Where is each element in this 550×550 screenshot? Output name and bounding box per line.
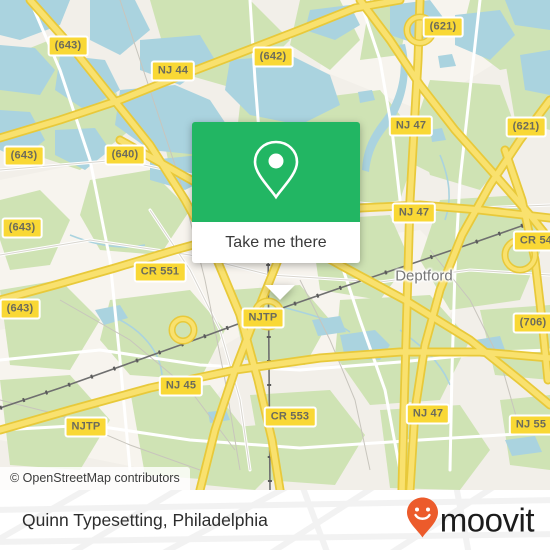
road-shield: (621) [422,16,464,38]
road-shield: NJ 45 [158,375,204,397]
road-shield: NJ 44 [150,60,196,82]
road-shield: CR 551 [133,261,187,283]
road-shield: NJ 55 [508,414,550,436]
moovit-smiley-pin-icon [406,497,439,544]
road-shield: (642) [252,46,294,68]
popup-header [192,122,360,222]
road-shield: NJTP [64,416,108,438]
road-shield: (643) [0,298,41,320]
road-shield: (643) [1,217,43,239]
map-attribution[interactable]: © OpenStreetMap contributors [0,467,190,490]
road-shield: CR 553 [263,406,317,428]
road-shield: NJ 47 [405,403,451,425]
popup-pointer-tail [265,285,295,300]
popup-action-row[interactable]: Take me there [192,222,360,263]
road-shield: NJ 47 [388,115,434,137]
road-shield: (643) [3,145,45,167]
road-shield: NJ 47 [391,202,437,224]
road-shield: (706) [512,312,550,334]
place-label: Deptford [395,267,453,285]
road-shield: (640) [104,144,146,166]
road-shield: (621) [505,116,547,138]
take-me-there-label: Take me there [225,233,327,251]
moovit-brand[interactable]: moovit [406,497,535,544]
moovit-wordmark: moovit [439,501,535,539]
map-popup-card[interactable]: Take me there [192,122,360,300]
road-shield: CR 54 [512,230,550,252]
footer-bar: Quinn Typesetting, Philadelphia moovit [0,490,550,550]
road-shield: NJTP [241,307,285,329]
attribution-text: © OpenStreetMap contributors [10,471,180,485]
road-shield: (643) [47,35,89,57]
location-title: Quinn Typesetting, Philadelphia [22,509,268,530]
map-pin-icon [250,138,302,207]
moovit-map-screen: (643) NJ 44 (642) (621) NJ 47 (621) (643) (640)… [0,0,550,550]
